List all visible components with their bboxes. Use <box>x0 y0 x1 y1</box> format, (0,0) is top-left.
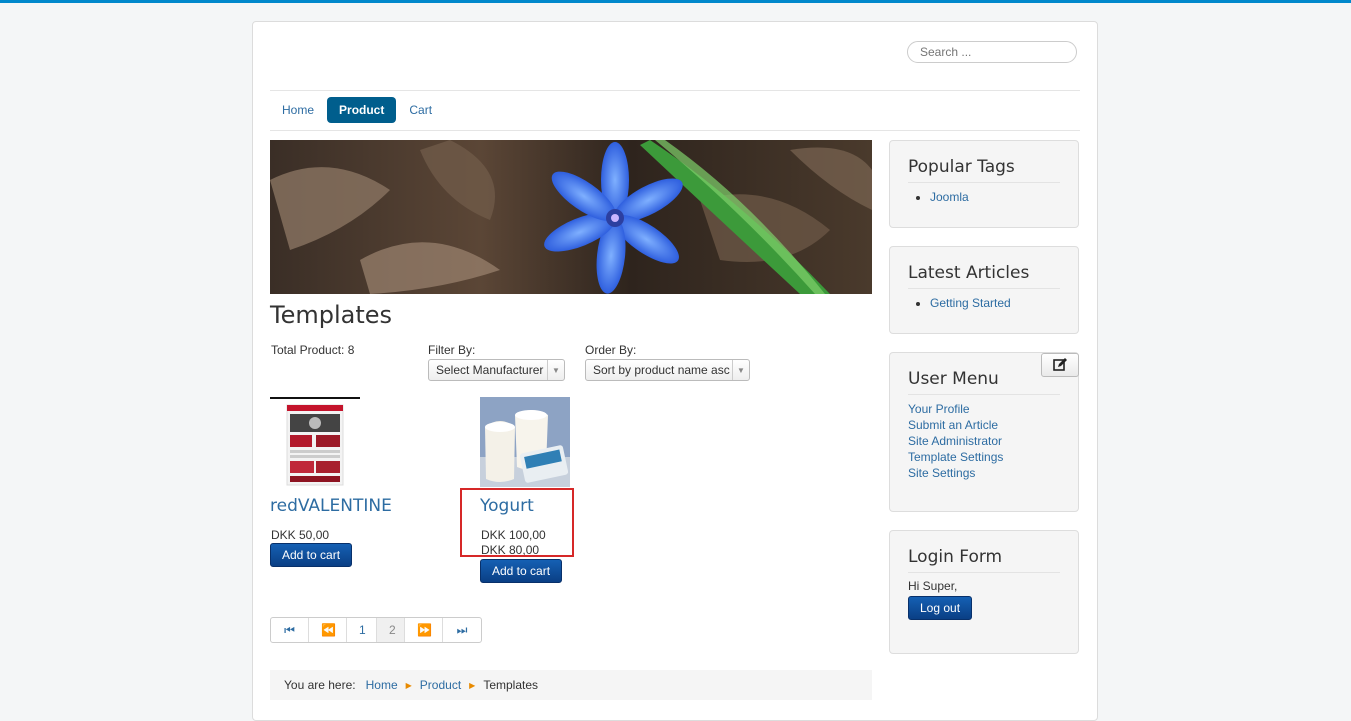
page-link-1[interactable]: 1 <box>347 618 377 642</box>
menu-submit-article[interactable]: Submit an Article <box>908 418 998 432</box>
popular-tags-module: Popular Tags Joomla <box>889 140 1079 228</box>
edit-module-button[interactable] <box>1041 353 1079 377</box>
logout-button[interactable]: Log out <box>908 596 973 620</box>
breadcrumb-product[interactable]: Product <box>420 678 461 692</box>
menu-template-settings[interactable]: Template Settings <box>908 450 1003 464</box>
article-link-getting-started[interactable]: Getting Started <box>930 296 1011 310</box>
highlight-box <box>460 488 574 557</box>
module-title: Popular Tags <box>908 157 1060 183</box>
login-form-module: Login Form Hi Super, Log out <box>889 530 1079 654</box>
article-item: Getting Started <box>930 295 1060 311</box>
login-greeting: Hi Super, <box>908 579 958 593</box>
nav-product[interactable]: Product <box>327 97 397 123</box>
product-name-redvalentine[interactable]: redVALENTINE <box>270 496 392 516</box>
breadcrumb: You are here: Home ▶ Product ▶ Templates <box>270 670 872 700</box>
tag-item: Joomla <box>930 189 1060 205</box>
module-title: Latest Articles <box>908 263 1060 289</box>
user-menu-module: User Menu Your Profile Submit an Article… <box>889 352 1079 512</box>
caret-right-icon: ▶ <box>405 680 412 690</box>
add-to-cart-redvalentine-button[interactable]: Add to cart <box>270 543 353 567</box>
nav-divider <box>270 130 1080 131</box>
total-product-text: Total Product: 8 <box>271 343 355 357</box>
menu-site-administrator[interactable]: Site Administrator <box>908 434 1002 448</box>
chevron-down-icon: ▼ <box>732 360 749 380</box>
add-to-cart-yogurt-button[interactable]: Add to cart <box>480 559 563 583</box>
banner-image <box>270 140 872 294</box>
edit-icon <box>1053 358 1067 371</box>
manufacturer-select-value: Select Manufacturer <box>436 363 544 377</box>
filter-label: Filter By: <box>428 343 476 357</box>
page-link-2[interactable]: 2 <box>377 618 405 642</box>
nav-home[interactable]: Home <box>270 97 326 123</box>
product-image-redvalentine[interactable] <box>270 397 360 487</box>
prev-page-icon[interactable]: ⏪ <box>309 618 347 642</box>
product-price-redvalentine: DKK 50,00 <box>271 528 330 542</box>
chevron-down-icon: ▼ <box>547 360 564 380</box>
nav-cart[interactable]: Cart <box>397 97 444 123</box>
header-divider <box>270 90 1080 91</box>
breadcrumb-home[interactable]: Home <box>366 678 398 692</box>
breadcrumb-prefix: You are here: <box>284 678 356 692</box>
module-title: Login Form <box>908 547 1060 573</box>
last-page-icon[interactable]: ⏭ <box>443 618 481 642</box>
order-label: Order By: <box>585 343 637 357</box>
pagination: ⏮ ⏪ 1 2 ⏩ ⏭ <box>270 617 482 643</box>
module-title: User Menu <box>908 369 1060 395</box>
menu-your-profile[interactable]: Your Profile <box>908 402 970 416</box>
order-select[interactable]: Sort by product name asc ▼ <box>585 359 750 381</box>
menu-site-settings[interactable]: Site Settings <box>908 466 975 480</box>
order-select-value: Sort by product name asc <box>593 363 730 377</box>
first-page-icon[interactable]: ⏮ <box>271 618 309 642</box>
latest-articles-module: Latest Articles Getting Started <box>889 246 1079 334</box>
manufacturer-select[interactable]: Select Manufacturer ▼ <box>428 359 565 381</box>
main-nav: Home Product Cart <box>270 97 444 123</box>
tag-link-joomla[interactable]: Joomla <box>930 190 969 204</box>
next-page-icon[interactable]: ⏩ <box>405 618 443 642</box>
caret-right-icon: ▶ <box>469 680 476 690</box>
product-image-yogurt[interactable] <box>480 397 570 487</box>
search-input[interactable] <box>907 41 1077 63</box>
page-container: Home Product Cart <box>252 21 1098 721</box>
page-title: Templates <box>270 301 393 329</box>
breadcrumb-current: Templates <box>483 678 539 692</box>
